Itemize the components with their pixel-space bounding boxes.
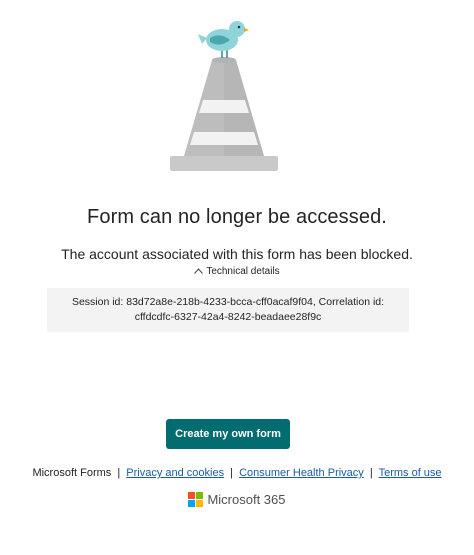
microsoft-365-logo: Microsoft 365 [0,492,474,507]
footer-separator: | [117,467,121,479]
technical-details-label: Technical details [206,266,280,277]
page-title: Form can no longer be accessed. [87,206,387,228]
microsoft-logo-icon [188,492,204,507]
chevron-up-icon [194,268,204,275]
footer: Microsoft Forms | Privacy and cookies | … [0,467,474,479]
technical-details-text: Session id: 83d72a8e-218b-4233-bcca-cff0… [71,296,385,323]
privacy-link[interactable]: Privacy and cookies [126,467,224,479]
technical-details-panel: Session id: 83d72a8e-218b-4233-bcca-cff0… [47,288,409,332]
bird-icon [198,21,249,58]
technical-details-toggle[interactable]: Technical details [0,266,474,277]
cone-bird-illustration [170,21,278,171]
footer-separator: | [230,467,234,479]
consumer-health-privacy-link[interactable]: Consumer Health Privacy [239,467,364,479]
microsoft-365-label: Microsoft 365 [207,492,286,507]
footer-brand: Microsoft Forms [32,467,112,479]
traffic-cone-icon [170,57,278,171]
create-my-own-form-button[interactable]: Create my own form [166,419,290,449]
error-message: The account associated with this form ha… [61,246,413,262]
terms-of-use-link[interactable]: Terms of use [379,467,442,479]
footer-separator: | [369,467,373,479]
